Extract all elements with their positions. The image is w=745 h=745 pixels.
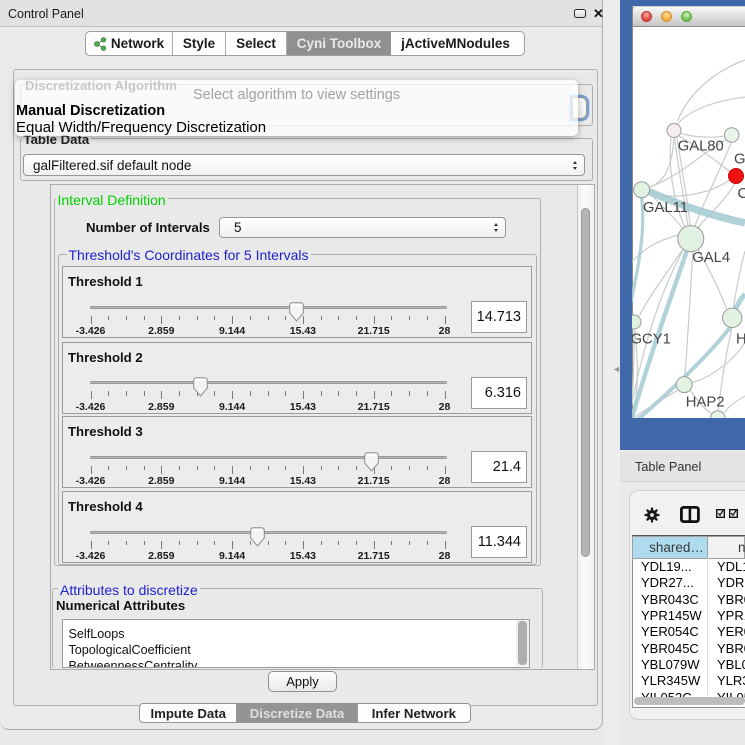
svg-text:GCY1: GCY1 — [632, 332, 671, 348]
svg-text:GAL11: GAL11 — [643, 200, 688, 216]
svg-text:C: C — [738, 186, 745, 202]
svg-text:HAP2: HAP2 — [686, 395, 725, 411]
svg-text:GAL4: GAL4 — [692, 250, 730, 266]
svg-text:G.: G. — [734, 152, 745, 168]
svg-text:H: H — [736, 332, 745, 348]
svg-text:GAL80: GAL80 — [678, 139, 724, 155]
